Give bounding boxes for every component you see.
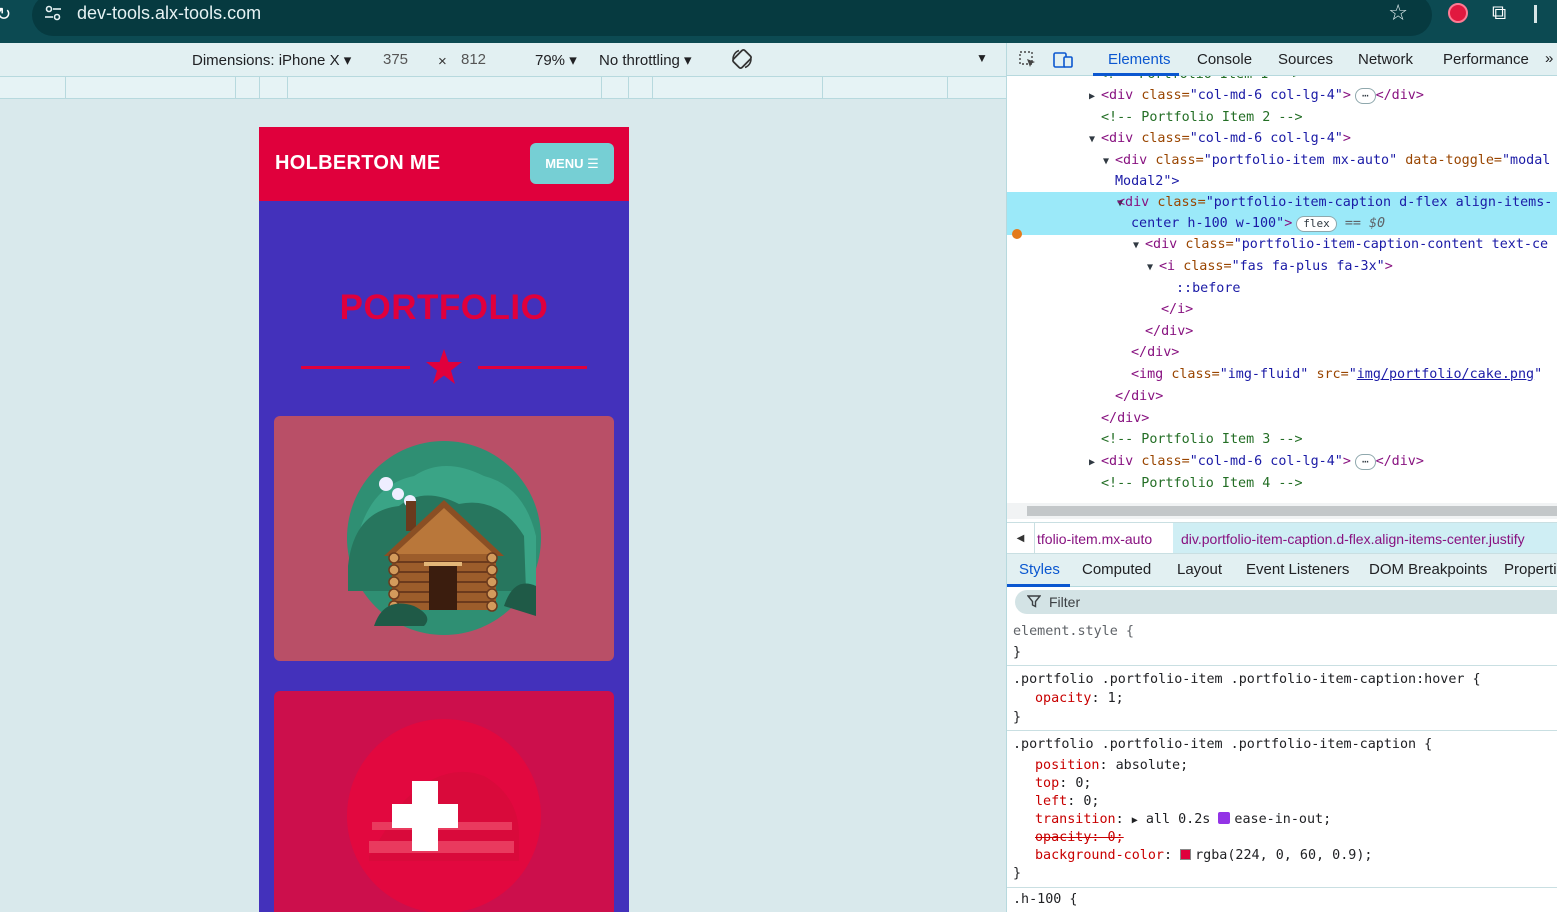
dom-comment[interactable]: <!-- Portfolio Item 2 --> bbox=[1101, 107, 1303, 129]
img-src-link[interactable]: img/portfolio/cake.png bbox=[1357, 367, 1534, 382]
styles-pane: element.style { } .portfolio .portfolio-… bbox=[1007, 620, 1557, 912]
dom-comment[interactable]: <!-- Portfolio Item 4 --> bbox=[1101, 473, 1303, 495]
dom-node[interactable]: ▼ <div class="col-md-6 col-lg-4"> bbox=[1089, 128, 1351, 150]
emulated-page: HOLBERTON ME MENU ☰ PORTFOLIO bbox=[259, 127, 629, 912]
browser-menu-icon[interactable] bbox=[1534, 5, 1537, 23]
dom-close-tag[interactable]: </div> bbox=[1131, 342, 1179, 364]
tab-styles[interactable]: Styles bbox=[1019, 561, 1060, 578]
breakpoint-marker bbox=[1012, 229, 1022, 239]
times-icon: × bbox=[438, 53, 447, 70]
device-viewport: HOLBERTON ME MENU ☰ PORTFOLIO bbox=[0, 99, 1006, 912]
dom-node-continuation[interactable]: Modal2"> bbox=[1115, 171, 1180, 193]
browser-top-bar: ↻ dev-tools.alx-tools.com ☆ ⧉ bbox=[0, 0, 1557, 43]
style-rule-caption[interactable]: .portfolio .portfolio-item .portfolio-it… bbox=[1007, 731, 1557, 888]
zoom-select[interactable]: 79% ▾ bbox=[535, 51, 577, 69]
breadcrumb-scroll-left-icon[interactable]: ◀ bbox=[1007, 523, 1035, 553]
styles-filter-input[interactable]: Filter bbox=[1015, 590, 1557, 614]
elements-sidebar-tabs: Styles Computed Layout Event Listeners D… bbox=[1007, 554, 1557, 587]
flex-badge[interactable]: flex bbox=[1296, 216, 1337, 232]
devtools-panel: Elements Console Sources Network Perform… bbox=[1006, 43, 1557, 912]
url-text[interactable]: dev-tools.alx-tools.com bbox=[77, 3, 261, 24]
breadcrumb-item-selected[interactable]: div.portfolio-item-caption.d-flex.align-… bbox=[1173, 523, 1557, 553]
more-tabs-icon[interactable]: » bbox=[1545, 50, 1553, 67]
tab-elements[interactable]: Elements bbox=[1108, 51, 1171, 68]
dom-close-tag[interactable]: </div> bbox=[1115, 386, 1163, 408]
site-brand[interactable]: HOLBERTON ME bbox=[275, 152, 440, 175]
active-subtab-indicator bbox=[1007, 584, 1070, 587]
color-swatch-icon[interactable] bbox=[1180, 849, 1192, 860]
extension-icon[interactable] bbox=[1448, 3, 1468, 23]
tab-event-listeners[interactable]: Event Listeners bbox=[1246, 561, 1349, 578]
tab-computed[interactable]: Computed bbox=[1082, 561, 1151, 578]
filter-icon bbox=[1027, 595, 1041, 608]
tab-properties[interactable]: Properties bbox=[1504, 561, 1557, 578]
breadcrumb-item[interactable]: tfolio-item.mx-auto bbox=[1037, 531, 1152, 547]
style-rule-h100[interactable]: .h-100 { bbox=[1007, 888, 1557, 912]
inspect-element-icon[interactable] bbox=[1019, 51, 1037, 69]
tab-performance[interactable]: Performance bbox=[1443, 51, 1529, 68]
divider-line-left bbox=[301, 366, 410, 369]
reload-icon[interactable]: ↻ bbox=[0, 4, 11, 25]
portfolio-item-cabin[interactable] bbox=[274, 416, 614, 661]
site-navbar: HOLBERTON ME MENU ☰ bbox=[259, 127, 629, 201]
dom-close-tag[interactable]: </div> bbox=[1101, 408, 1149, 430]
dom-node[interactable]: <img class="img-fluid" src="img/portfoli… bbox=[1131, 364, 1542, 386]
width-input[interactable]: 375 bbox=[383, 51, 408, 68]
tab-console[interactable]: Console bbox=[1197, 51, 1252, 68]
cake-image-overlay bbox=[347, 719, 541, 912]
device-toolbar: Dimensions: iPhone X ▾ 375 × 812 79% ▾ N… bbox=[0, 43, 1006, 77]
dom-node[interactable]: ▼ <div class="portfolio-item mx-auto" dat… bbox=[1103, 150, 1550, 172]
dom-comment[interactable]: <!-- Portfolio Item 3 --> bbox=[1101, 429, 1303, 451]
dom-close-tag[interactable]: </div> bbox=[1145, 321, 1193, 343]
style-rule-element[interactable]: element.style { } bbox=[1007, 620, 1557, 666]
height-input[interactable]: 812 bbox=[461, 51, 486, 68]
breadcrumb: ◀ tfolio-item.mx-auto div.portfolio-item… bbox=[1007, 522, 1557, 554]
media-query-ruler[interactable] bbox=[0, 77, 1006, 99]
tab-sources[interactable]: Sources bbox=[1278, 51, 1333, 68]
devtools-main-tabs: Elements Console Sources Network Perform… bbox=[1007, 43, 1557, 76]
tab-layout[interactable]: Layout bbox=[1177, 561, 1222, 578]
portfolio-heading: PORTFOLIO bbox=[339, 288, 549, 327]
dom-node-selected-cont[interactable]: center h-100 w-100"> flex == $0 bbox=[1007, 213, 1557, 235]
device-toggle-icon[interactable] bbox=[1053, 51, 1073, 69]
tab-network[interactable]: Network bbox=[1358, 51, 1413, 68]
extensions-puzzle-icon[interactable]: ⧉ bbox=[1492, 3, 1514, 23]
dom-node[interactable]: ▼ <div class="portfolio-item-caption-cont… bbox=[1133, 234, 1548, 256]
style-rule-hover[interactable]: .portfolio .portfolio-item .portfolio-it… bbox=[1007, 666, 1557, 731]
dom-node[interactable]: ▶ <div class="col-md-6 col-lg-4"> ⋯ </div> bbox=[1089, 451, 1424, 473]
overridden-property[interactable]: opacity: 0; bbox=[1035, 829, 1124, 847]
address-bar[interactable]: dev-tools.alx-tools.com ☆ bbox=[32, 0, 1432, 36]
device-toolbar-more-icon[interactable]: ▼ bbox=[976, 51, 988, 65]
rotate-icon[interactable] bbox=[731, 48, 753, 70]
tab-dom-breakpoints[interactable]: DOM Breakpoints bbox=[1369, 561, 1487, 578]
menu-button[interactable]: MENU ☰ bbox=[530, 143, 614, 184]
dom-node-selected[interactable]: ▼<div class="portfolio-item-caption d-fl… bbox=[1007, 192, 1557, 214]
easing-editor-icon[interactable] bbox=[1218, 812, 1231, 824]
star-icon bbox=[426, 349, 462, 384]
dom-horizontal-scrollbar[interactable] bbox=[1007, 503, 1557, 519]
cabin-image bbox=[347, 441, 541, 635]
device-select[interactable]: Dimensions: iPhone X ▾ bbox=[192, 51, 351, 69]
dom-pseudo-element[interactable]: ::before bbox=[1176, 278, 1241, 300]
dom-node[interactable]: ▼ <i class="fas fa-plus fa-3x"> bbox=[1147, 256, 1393, 278]
site-info-icon[interactable] bbox=[44, 4, 62, 22]
throttling-select[interactable]: No throttling ▾ bbox=[599, 51, 692, 69]
dom-close-tag[interactable]: </i> bbox=[1161, 299, 1193, 321]
bookmark-star-icon[interactable]: ☆ bbox=[1388, 0, 1408, 26]
divider-line-right bbox=[478, 366, 587, 369]
portfolio-item-cake[interactable] bbox=[274, 691, 614, 912]
dom-node[interactable]: ▶ <div class="col-md-6 col-lg-4"> ⋯ </div> bbox=[1089, 85, 1424, 107]
dom-tree: <!-- Portfolio Item 1 --> ▶<div class="c… bbox=[1007, 76, 1557, 506]
